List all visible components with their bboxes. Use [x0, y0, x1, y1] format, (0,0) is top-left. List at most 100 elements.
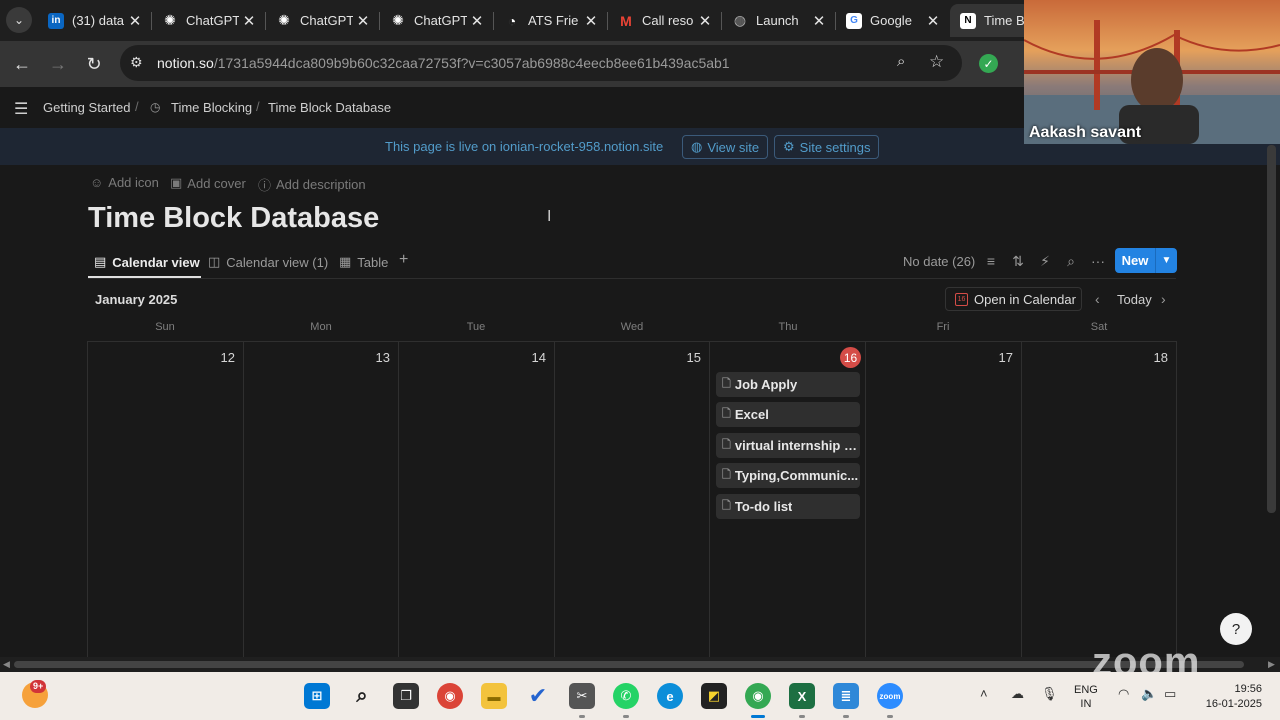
browser-tab[interactable]: G Google ✕: [836, 4, 949, 37]
calendar-event[interactable]: 🗋 virtual internship a...: [716, 433, 860, 458]
edge-icon[interactable]: e: [657, 683, 683, 709]
back-icon[interactable]: ←: [9, 51, 35, 77]
table-icon: ▦: [339, 254, 352, 269]
input-language[interactable]: ENG IN: [1074, 683, 1098, 711]
zoom-icon[interactable]: ⌕: [897, 53, 905, 70]
browser-tab-active[interactable]: N Time Bl: [950, 4, 1030, 37]
calendar-day-cell[interactable]: 18: [1021, 342, 1177, 658]
running-indicator: [579, 715, 585, 718]
sticky-notes-icon[interactable]: ◩: [701, 683, 727, 709]
calendar-day-cell[interactable]: 15: [554, 342, 710, 658]
add-cover-button[interactable]: ▣ Add cover: [170, 175, 246, 191]
file-explorer-icon[interactable]: ▬: [481, 683, 507, 709]
tab-calendar-view-1[interactable]: ◫ Calendar view (1): [208, 254, 328, 270]
close-icon[interactable]: ✕: [923, 12, 943, 30]
chevron-up-icon[interactable]: ˄: [980, 686, 988, 701]
tab-search-icon[interactable]: ⌄: [6, 7, 32, 33]
wifi-icon[interactable]: ◠: [1118, 686, 1129, 702]
browser-tab[interactable]: ✺ ChatGPT ✕: [380, 4, 493, 37]
close-icon[interactable]: ✕: [353, 12, 373, 30]
volume-icon[interactable]: 🔈: [1141, 686, 1157, 702]
previous-week-icon[interactable]: ‹: [1095, 291, 1100, 307]
chevron-down-icon[interactable]: ▼: [1155, 248, 1177, 273]
view-site-button[interactable]: ◍ View site: [682, 135, 769, 159]
search-icon[interactable]: ⌕: [1062, 252, 1080, 270]
reload-icon[interactable]: ↻: [81, 51, 107, 77]
notepad-icon[interactable]: ≣: [833, 683, 859, 709]
browser-tab[interactable]: M Call reso ✕: [608, 4, 721, 37]
no-date-button[interactable]: No date (26): [903, 254, 975, 269]
scroll-left-icon[interactable]: ◀: [3, 659, 10, 670]
breadcrumb-getting-started[interactable]: Getting Started: [43, 100, 130, 115]
page-title[interactable]: Time Block Database: [88, 202, 379, 235]
site-settings-button[interactable]: ⚙ Site settings: [774, 135, 880, 159]
new-button[interactable]: New ▼: [1115, 248, 1177, 273]
close-icon[interactable]: ✕: [809, 12, 829, 30]
whatsapp-icon[interactable]: ✆: [613, 683, 639, 709]
help-icon[interactable]: ?: [1220, 613, 1252, 645]
chrome-profile-icon[interactable]: ◉: [745, 683, 771, 709]
breadcrumb-time-block-database[interactable]: Time Block Database: [268, 100, 391, 115]
globe-icon: ◍: [733, 12, 747, 28]
battery-icon[interactable]: ▭: [1164, 686, 1176, 702]
open-in-calendar-button[interactable]: 16 Open in Calendar: [945, 287, 1082, 311]
calendar-day-cell[interactable]: 17: [866, 342, 1022, 658]
sidebar-menu-icon[interactable]: ☰: [14, 99, 28, 119]
clock-time: 19:56: [1234, 683, 1262, 695]
breadcrumb-time-blocking[interactable]: Time Blocking: [171, 100, 252, 115]
automation-bolt-icon[interactable]: ⚡: [1036, 252, 1054, 270]
filter-icon[interactable]: ≡: [982, 252, 1000, 270]
todo-check-icon[interactable]: ✔: [525, 683, 551, 709]
address-bar[interactable]: ⚙ notion.so/1731a5944dca809b9b60c32caa72…: [120, 45, 962, 81]
bookmark-star-icon[interactable]: ☆: [929, 52, 944, 72]
today-button[interactable]: Today: [1117, 292, 1152, 307]
search-icon[interactable]: ⌕: [349, 683, 375, 709]
close-icon[interactable]: ✕: [581, 12, 601, 30]
close-icon[interactable]: ✕: [125, 12, 145, 30]
horizontal-scrollbar[interactable]: ◀ ▶: [0, 657, 1280, 672]
close-icon[interactable]: ✕: [695, 12, 715, 30]
horizontal-scrollbar-thumb[interactable]: [14, 661, 1244, 668]
url-text[interactable]: notion.so/1731a5944dca809b9b60c32caa7275…: [157, 55, 730, 71]
zoom-app-icon[interactable]: zoom: [877, 683, 903, 709]
add-view-icon[interactable]: +: [399, 251, 408, 269]
onedrive-cloud-icon[interactable]: ☁: [1011, 686, 1024, 702]
browser-tab[interactable]: in (31) data ✕: [38, 4, 151, 37]
browser-tab[interactable]: ✺ ChatGPT ✕: [152, 4, 265, 37]
microphone-icon[interactable]: 🎙: [1041, 686, 1058, 702]
calendar-event[interactable]: 🗋 Excel: [716, 402, 860, 427]
add-description-button[interactable]: ⓘ Add description: [258, 175, 366, 194]
calendar-day-cell-today[interactable]: 16 🗋 Job Apply 🗋 Excel 🗋 virtual internship…: [710, 342, 866, 658]
vertical-scrollbar[interactable]: [1267, 145, 1276, 513]
calendar-day-cell[interactable]: 14: [399, 342, 555, 658]
site-info-icon[interactable]: ⚙: [130, 54, 143, 71]
chrome-icon[interactable]: ◉: [437, 683, 463, 709]
browser-tab[interactable]: ✺ ChatGPT ✕: [266, 4, 379, 37]
forward-icon[interactable]: →: [45, 51, 71, 77]
calendar-event[interactable]: 🗋 Job Apply: [716, 372, 860, 397]
extension-check-icon[interactable]: ✓: [979, 54, 998, 73]
gmail-icon: M: [620, 12, 632, 29]
system-clock[interactable]: 19:56 16-01-2025: [1196, 682, 1262, 712]
sort-icon[interactable]: ⇅: [1009, 252, 1027, 270]
task-view-icon[interactable]: ❐: [393, 683, 419, 709]
scroll-right-icon[interactable]: ▶: [1268, 659, 1275, 670]
calendar-event[interactable]: 🗋 To-do list: [716, 494, 860, 519]
calendar-day-cell[interactable]: 13: [243, 342, 399, 658]
windows-start-icon[interactable]: ⊞: [304, 683, 330, 709]
add-icon-button[interactable]: ☺ Add icon: [90, 175, 159, 190]
browser-tab[interactable]: ◍ Launch ✕: [722, 4, 835, 37]
tab-calendar-view[interactable]: ▤ Calendar view: [94, 254, 200, 270]
tab-title: ChatGPT: [414, 13, 467, 28]
next-week-icon[interactable]: ›: [1161, 291, 1166, 307]
calendar-event[interactable]: 🗋 Typing,Communic...: [716, 463, 860, 488]
browser-tab[interactable]: ◔ ATS Frie ✕: [494, 4, 607, 37]
tab-table[interactable]: ▦ Table: [339, 254, 388, 270]
excel-icon[interactable]: X: [789, 683, 815, 709]
more-options-icon[interactable]: ···: [1089, 252, 1107, 270]
close-icon[interactable]: ✕: [239, 12, 259, 30]
close-icon[interactable]: ✕: [467, 12, 487, 30]
zoom-video-thumbnail[interactable]: [1024, 0, 1280, 144]
snipping-tool-icon[interactable]: ✂: [569, 683, 595, 709]
calendar-day-cell[interactable]: 12: [88, 342, 244, 658]
